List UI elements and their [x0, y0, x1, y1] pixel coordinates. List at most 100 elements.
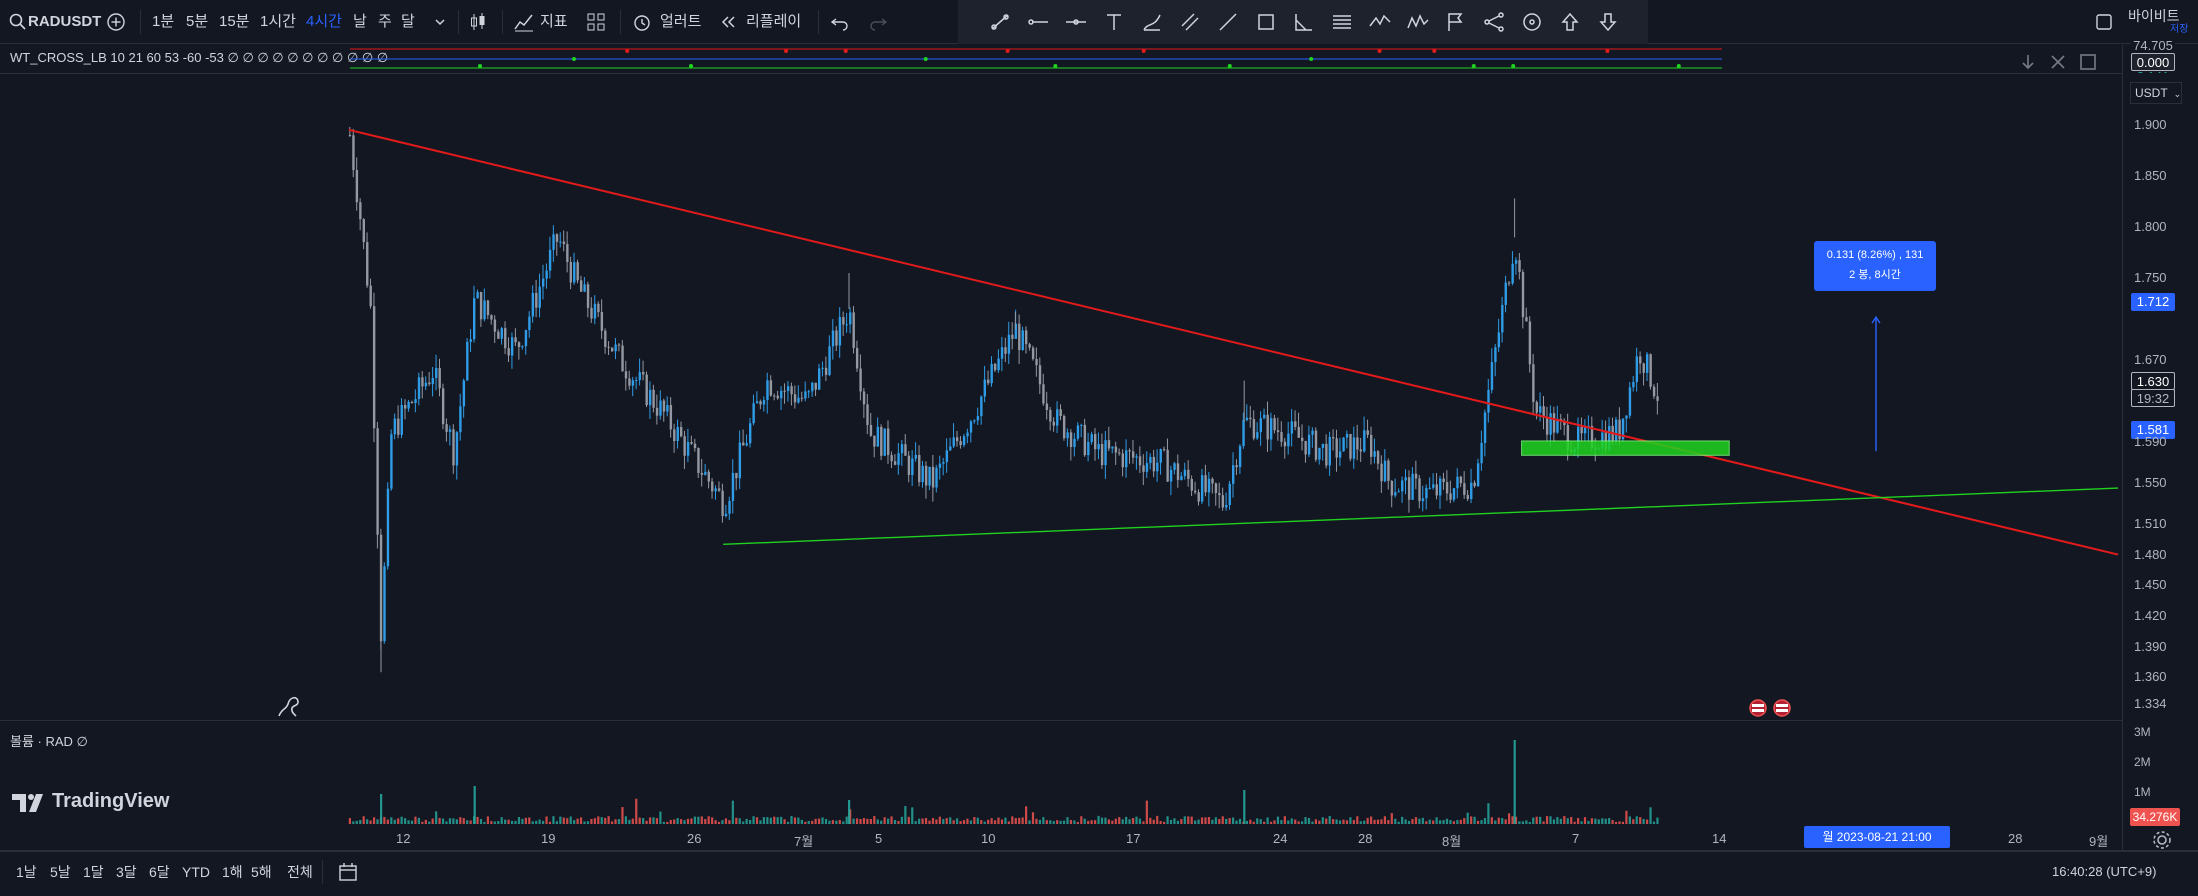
- horizontal-line-icon[interactable]: [1064, 10, 1088, 34]
- parallel-channel-icon[interactable]: [1178, 10, 1202, 34]
- interval-button-5[interactable]: 날: [353, 0, 367, 44]
- interval-button-2[interactable]: 15분: [219, 0, 250, 44]
- interval-button-7[interactable]: 달: [401, 0, 415, 44]
- candle-type-icon[interactable]: [466, 10, 490, 34]
- arrow-down-icon[interactable]: [1596, 10, 1620, 34]
- add-symbol-icon[interactable]: [104, 10, 128, 34]
- trend-line-icon[interactable]: [988, 10, 1012, 34]
- ray-icon[interactable]: [1216, 10, 1240, 34]
- countdown-tag: 19:32: [2131, 389, 2175, 407]
- volume-bar: [790, 816, 793, 824]
- layouts-icon[interactable]: [584, 10, 608, 34]
- search-icon[interactable]: [6, 10, 30, 34]
- time-label-0[interactable]: 12: [396, 831, 410, 846]
- brush-icon[interactable]: [1140, 10, 1164, 34]
- volume-bar: [773, 816, 776, 824]
- volume-bar: [441, 818, 445, 824]
- interval-button-0[interactable]: 1분: [152, 0, 174, 44]
- volume-bar: [635, 798, 638, 824]
- volume-bar: [1121, 819, 1124, 824]
- range-button-3[interactable]: 3달: [116, 858, 137, 886]
- time-label-10[interactable]: 7: [1572, 831, 1579, 846]
- volume-bar: [486, 816, 489, 824]
- interval-button-1[interactable]: 5분: [186, 0, 208, 44]
- candle: [1142, 454, 1145, 486]
- candle: [452, 424, 455, 474]
- dinosaur-icon[interactable]: [276, 692, 302, 720]
- time-label-9[interactable]: 8월: [1442, 831, 1461, 850]
- time-label-13[interactable]: 9월: [2089, 831, 2108, 850]
- clock-timezone[interactable]: 16:40:28 (UTC+9): [2052, 858, 2156, 886]
- currency-selector[interactable]: USDT ⌄: [2130, 82, 2182, 104]
- demand-zone[interactable]: [1521, 440, 1730, 456]
- range-button-4[interactable]: 6달: [149, 858, 170, 886]
- interval-button-4[interactable]: 4시간: [306, 0, 342, 44]
- path-icon[interactable]: [1368, 10, 1392, 34]
- go-to-date-icon[interactable]: [336, 860, 360, 884]
- time-label-4[interactable]: 5: [875, 831, 882, 846]
- candle: [462, 378, 466, 418]
- volume-bar: [628, 819, 631, 824]
- fib-icon[interactable]: [1292, 10, 1316, 34]
- horizontal-ray-icon[interactable]: [1026, 10, 1050, 34]
- symbol-name[interactable]: RADUSDT: [28, 0, 101, 44]
- replay-icon[interactable]: [716, 10, 740, 34]
- interval-dropdown-icon[interactable]: [428, 10, 452, 34]
- economic-event-flag-icon[interactable]: [1748, 698, 1768, 718]
- time-label-1[interactable]: 19: [541, 831, 555, 846]
- alert-button[interactable]: 얼러트: [660, 0, 701, 44]
- time-label-11[interactable]: 14: [1712, 831, 1726, 846]
- candle: [1125, 439, 1128, 478]
- candle: [459, 393, 462, 441]
- last-price-tag: 1.630: [2131, 372, 2175, 390]
- time-label-3[interactable]: 7월: [794, 831, 813, 850]
- fullscreen-checkbox-icon[interactable]: [2092, 10, 2116, 34]
- interval-button-6[interactable]: 주: [378, 0, 392, 44]
- replay-button[interactable]: 리플레이: [746, 0, 801, 44]
- time-label-7[interactable]: 24: [1273, 831, 1287, 846]
- redo-icon[interactable]: [866, 10, 890, 34]
- candle: [1338, 437, 1342, 466]
- node-icon[interactable]: [1482, 10, 1506, 34]
- time-label-2[interactable]: 26: [687, 831, 701, 846]
- pattern-icon[interactable]: [1406, 10, 1430, 34]
- volume-bar: [414, 816, 417, 824]
- arrow-up-icon[interactable]: [1558, 10, 1582, 34]
- range-button-7[interactable]: 5해: [251, 858, 272, 886]
- candle: [935, 464, 938, 493]
- range-button-8[interactable]: 전체: [287, 858, 313, 886]
- range-button-5[interactable]: YTD: [182, 858, 210, 886]
- candle: [1656, 382, 1659, 415]
- time-label-8[interactable]: 28: [1358, 831, 1372, 846]
- candle: [783, 383, 786, 404]
- candle: [483, 288, 486, 322]
- economic-event-flag-icon[interactable]: [1772, 698, 1792, 718]
- candle: [1194, 481, 1197, 495]
- time-label-6[interactable]: 17: [1126, 831, 1140, 846]
- range-button-1[interactable]: 5날: [50, 858, 71, 886]
- candle: [1463, 471, 1466, 499]
- volume-bar: [597, 816, 600, 824]
- measure-tooltip[interactable]: 0.131 (8.26%) , 131 2 봉, 8시간: [1814, 241, 1936, 291]
- volume-bar: [372, 817, 376, 824]
- indicators-icon[interactable]: [512, 10, 536, 34]
- undo-icon[interactable]: [828, 10, 852, 34]
- chart-settings-gear-icon[interactable]: [2150, 828, 2171, 849]
- candle: [1187, 460, 1190, 487]
- alert-icon[interactable]: [630, 10, 654, 34]
- indicators-button[interactable]: 지표: [540, 0, 568, 44]
- lines-icon[interactable]: [1330, 10, 1354, 34]
- time-label-5[interactable]: 10: [981, 831, 995, 846]
- range-button-2[interactable]: 1달: [83, 858, 104, 886]
- range-button-6[interactable]: 1해: [222, 858, 243, 886]
- oscillator-cross-dot: [1141, 49, 1146, 53]
- flags-icon[interactable]: [1444, 10, 1468, 34]
- candle: [1632, 376, 1635, 392]
- text-icon[interactable]: [1102, 10, 1126, 34]
- rectangle-icon[interactable]: [1254, 10, 1278, 34]
- interval-button-3[interactable]: 1시간: [260, 0, 296, 44]
- time-label-12[interactable]: 28: [2008, 831, 2022, 846]
- circle-target-icon[interactable]: [1520, 10, 1544, 34]
- volume-bar: [521, 818, 524, 824]
- range-button-0[interactable]: 1날: [16, 858, 37, 886]
